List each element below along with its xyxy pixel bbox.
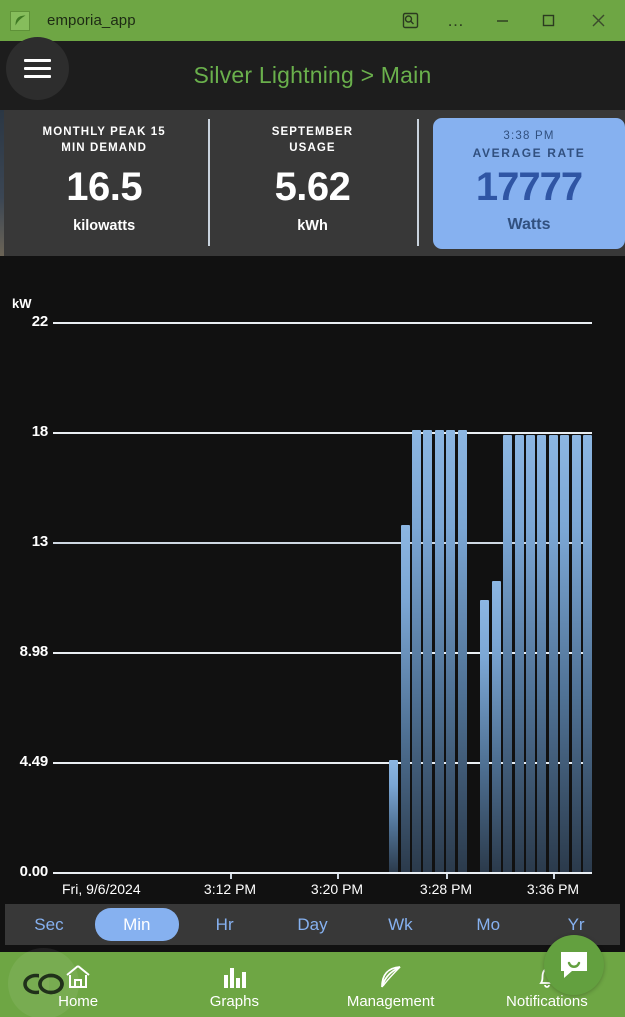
stat-label-line1: MONTHLY PEAK 15	[43, 126, 166, 138]
period-selector[interactable]: Sec Min Hr Day Wk Mo Yr	[5, 904, 620, 945]
gridline	[53, 432, 592, 434]
app-window: emporia_app …	[0, 0, 625, 1017]
stat-label-line2: USAGE	[289, 142, 335, 154]
y-axis-tick-label: 8.98	[0, 643, 48, 660]
x-axis-tick	[446, 874, 448, 879]
co-logo-icon	[21, 971, 67, 997]
stat-unit: kWh	[297, 218, 328, 234]
cast-search-icon[interactable]	[387, 0, 433, 41]
leaf-icon	[10, 11, 30, 31]
stat-unit: kilowatts	[73, 218, 135, 234]
x-axis-tick	[337, 874, 339, 879]
x-axis-tick-label: Fri, 9/6/2024	[62, 881, 141, 897]
average-rate-card[interactable]: 3:38 PM AVERAGE RATE 17777 Watts	[433, 118, 625, 249]
nav-label-notifications: Notifications	[506, 993, 588, 1010]
x-axis-tick	[230, 874, 232, 879]
page-title: Silver Lightning > Main	[0, 62, 625, 89]
chart-bar[interactable]	[435, 430, 444, 873]
x-axis-tick	[553, 874, 555, 879]
stat-label: MONTHLY PEAK 15 MIN DEMAND	[43, 124, 166, 156]
chart-bar[interactable]	[423, 430, 432, 873]
nav-item-graphs[interactable]: Graphs	[156, 952, 312, 1017]
y-axis-tick-label: 22	[0, 313, 48, 330]
close-icon[interactable]	[571, 0, 625, 41]
maximize-icon[interactable]	[525, 0, 571, 41]
x-axis-line	[53, 872, 592, 874]
chart-bar[interactable]	[480, 600, 489, 873]
nav-label-graphs: Graphs	[210, 993, 259, 1010]
chart-bar[interactable]	[389, 760, 398, 873]
rate-card-label: AVERAGE RATE	[473, 146, 586, 160]
chart-bar[interactable]	[515, 435, 524, 873]
period-option-day[interactable]: Day	[271, 908, 355, 941]
stat-value: 5.62	[275, 165, 351, 209]
window-titlebar: emporia_app …	[0, 0, 625, 41]
x-axis-tick-label: 3:12 PM	[204, 881, 256, 897]
app-header: Silver Lightning > Main	[0, 41, 625, 110]
x-axis-tick-label: 3:20 PM	[311, 881, 363, 897]
gridline	[53, 322, 592, 324]
leaf-icon	[377, 963, 405, 991]
bottom-navigation: Home Graphs Management	[0, 952, 625, 1017]
minimize-icon[interactable]	[479, 0, 525, 41]
chart-bar[interactable]	[401, 525, 410, 873]
period-option-mo[interactable]: Mo	[446, 908, 530, 941]
chart-bar[interactable]	[446, 430, 455, 873]
y-axis-tick-label: 0.00	[0, 863, 48, 880]
x-axis-tick-label: 3:36 PM	[527, 881, 579, 897]
rate-card-time: 3:38 PM	[503, 130, 554, 142]
y-axis-tick-label: 4.49	[0, 753, 48, 770]
stat-label-line2: MIN DEMAND	[61, 142, 147, 154]
chart-bar[interactable]	[412, 430, 421, 873]
energy-bar-chart[interactable]: kW 0.00 4.49 8.98 13 18 22 Fri, 9/6/2024 3:12 …	[0, 256, 625, 904]
nav-label-management: Management	[347, 993, 435, 1010]
bar-chart-icon	[220, 963, 248, 991]
period-option-sec[interactable]: Sec	[7, 908, 91, 941]
y-axis-unit-label: kW	[12, 296, 32, 311]
period-option-wk[interactable]: Wk	[358, 908, 442, 941]
chart-bar[interactable]	[572, 435, 581, 873]
chart-bar[interactable]	[537, 435, 546, 873]
y-axis-tick-label: 13	[0, 533, 48, 550]
stats-strip: MONTHLY PEAK 15 MIN DEMAND 16.5 kilowatt…	[0, 110, 625, 256]
chart-bar[interactable]	[583, 435, 592, 873]
rate-card-unit: Watts	[508, 216, 551, 234]
chart-bar[interactable]	[492, 581, 501, 873]
stat-label: SEPTEMBER USAGE	[272, 124, 353, 156]
stat-value: 16.5	[66, 165, 142, 209]
nav-item-management[interactable]: Management	[313, 952, 469, 1017]
period-option-hr[interactable]: Hr	[183, 908, 267, 941]
chart-bar[interactable]	[458, 430, 467, 873]
co-logo-badge[interactable]	[8, 948, 79, 1017]
rate-card-value: 17777	[476, 164, 582, 210]
stat-september-usage: SEPTEMBER USAGE 5.62 kWh	[208, 110, 416, 256]
window-title: emporia_app	[47, 12, 136, 29]
chart-bar[interactable]	[560, 435, 569, 873]
chat-widget-button[interactable]	[544, 935, 604, 995]
chart-bar[interactable]	[549, 435, 558, 873]
stat-label-line1: SEPTEMBER	[272, 126, 353, 138]
period-option-min[interactable]: Min	[95, 908, 179, 941]
stat-monthly-peak-demand: MONTHLY PEAK 15 MIN DEMAND 16.5 kilowatt…	[0, 110, 208, 256]
y-axis-tick-label: 18	[0, 423, 48, 440]
chat-bubble-icon	[557, 949, 591, 981]
chart-bar[interactable]	[503, 435, 512, 873]
more-options-icon[interactable]: …	[433, 0, 479, 41]
chart-bar[interactable]	[526, 435, 535, 873]
x-axis-tick-label: 3:28 PM	[420, 881, 472, 897]
hamburger-bars	[24, 54, 51, 83]
hamburger-icon[interactable]	[6, 37, 69, 100]
more-options-label: …	[447, 16, 465, 26]
